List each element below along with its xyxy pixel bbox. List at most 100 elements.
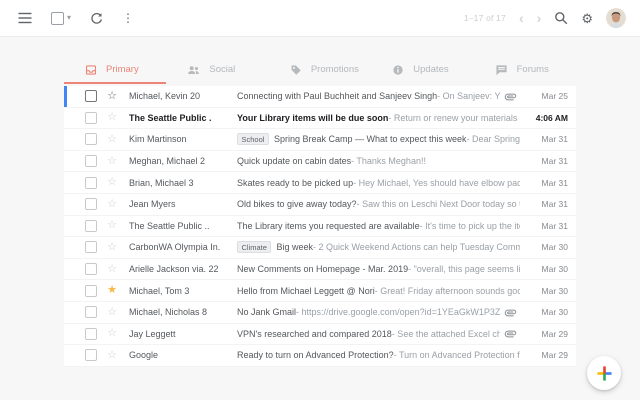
- inbox-icon: [85, 64, 97, 76]
- avatar[interactable]: [606, 8, 626, 28]
- tab-promotions[interactable]: Promotions: [269, 57, 371, 84]
- more-options-button[interactable]: ⋮: [122, 12, 134, 24]
- star-icon[interactable]: ★: [105, 285, 119, 296]
- snippet: - Hey Michael, Yes should have elbow pad…: [353, 178, 520, 188]
- subject: Your Library items will be due soon: [237, 113, 388, 123]
- date: 4:06 AM: [522, 113, 568, 123]
- star-icon[interactable]: ☆: [105, 156, 119, 167]
- tab-social[interactable]: Social: [166, 57, 268, 84]
- subject-line: New Comments on Homepage - Mar. 2019 - "…: [237, 264, 520, 274]
- subject-line: Connecting with Paul Buchheit and Sanjee…: [237, 91, 500, 101]
- row-checkbox[interactable]: [85, 306, 97, 318]
- date: Mar 30: [522, 242, 568, 252]
- star-icon[interactable]: ☆: [105, 350, 119, 361]
- star-icon[interactable]: ☆: [105, 264, 119, 275]
- row-checkbox[interactable]: [85, 112, 97, 124]
- email-row[interactable]: ☆ Michael, Kevin 20 Connecting with Paul…: [64, 86, 576, 108]
- email-row[interactable]: ☆ Jay Leggett VPN's researched and compa…: [64, 324, 576, 346]
- sender: Arielle Jackson via. 22: [129, 264, 237, 274]
- email-row[interactable]: ☆ Kim Martinson School Spring Break Camp…: [64, 129, 576, 151]
- snippet: - See the attached Excel chart. Jay Legg…: [392, 329, 500, 339]
- email-row[interactable]: ☆ Jean Myers Old bikes to give away toda…: [64, 194, 576, 216]
- row-checkbox[interactable]: [85, 220, 97, 232]
- row-checkbox[interactable]: [85, 285, 97, 297]
- more-vertical-icon: ⋮: [122, 12, 134, 24]
- star-icon[interactable]: ☆: [105, 328, 119, 339]
- subject-line: VPN's researched and compared 2018 - See…: [237, 329, 500, 339]
- date: Mar 31: [522, 134, 568, 144]
- search-button[interactable]: [554, 11, 568, 25]
- subject-line: Ready to turn on Advanced Protection? - …: [237, 350, 520, 360]
- subject: The Library items you requested are avai…: [237, 221, 420, 231]
- subject-line: Quick update on cabin dates - Thanks Meg…: [237, 156, 520, 166]
- attachment-icon: [504, 90, 517, 103]
- subject-line: School Spring Break Camp — What to expec…: [237, 133, 520, 145]
- row-checkbox[interactable]: [85, 133, 97, 145]
- subject-line: Your Library items will be due soon - Re…: [237, 113, 520, 123]
- search-icon: [554, 11, 568, 25]
- tag-icon: [290, 64, 302, 76]
- row-checkbox[interactable]: [85, 241, 97, 253]
- star-icon[interactable]: ☆: [105, 177, 119, 188]
- email-row[interactable]: ☆ The Seattle Public .. The Library item…: [64, 216, 576, 238]
- date: Mar 31: [522, 156, 568, 166]
- tab-label: Primary: [106, 64, 139, 75]
- date: Mar 29: [522, 350, 568, 360]
- email-row[interactable]: ☆ CarbonWA Olympia In. Climate Big week …: [64, 237, 576, 259]
- sender: Brian, Michael 3: [129, 178, 237, 188]
- category-chip[interactable]: Climate: [237, 241, 271, 253]
- newer-page-button[interactable]: ‹: [519, 11, 524, 25]
- star-icon[interactable]: ☆: [105, 112, 119, 123]
- info-icon: [392, 64, 404, 76]
- email-row[interactable]: ☆ Meghan, Michael 2 Quick update on cabi…: [64, 151, 576, 173]
- email-row[interactable]: ☆ Michael, Nicholas 8 No Jank Gmail - ht…: [64, 302, 576, 324]
- star-icon[interactable]: ☆: [105, 134, 119, 145]
- tab-updates[interactable]: Updates: [371, 57, 473, 84]
- chevron-right-icon: ›: [537, 11, 542, 25]
- date: Mar 25: [522, 91, 568, 101]
- category-tabs: Primary Social Promotions Updates Forums: [64, 57, 576, 84]
- row-checkbox[interactable]: [85, 155, 97, 167]
- row-checkbox[interactable]: [85, 349, 97, 361]
- row-checkbox[interactable]: [85, 328, 97, 340]
- snippet: - Return or renew your materials before …: [388, 113, 520, 123]
- hamburger-icon: [18, 12, 32, 24]
- attachment-icon: [504, 306, 517, 319]
- compose-button[interactable]: [587, 356, 621, 390]
- mail-app-window: ▾ ⋮ 1–17 of 17 ‹ › ⚙: [0, 0, 640, 400]
- row-checkbox[interactable]: [85, 263, 97, 275]
- select-all-checkbox[interactable]: ▾: [51, 12, 71, 25]
- subject: Big week: [276, 242, 313, 252]
- star-icon[interactable]: ☆: [105, 307, 119, 318]
- subject: Spring Break Camp — What to expect this …: [274, 134, 467, 144]
- sender: Google: [129, 350, 237, 360]
- row-checkbox[interactable]: [85, 177, 97, 189]
- star-icon[interactable]: ☆: [105, 199, 119, 210]
- menu-button[interactable]: [18, 12, 32, 24]
- toolbar: ▾ ⋮ 1–17 of 17 ‹ › ⚙: [0, 0, 640, 37]
- row-checkbox[interactable]: [85, 198, 97, 210]
- refresh-button[interactable]: [90, 12, 103, 25]
- sender: Jay Leggett: [129, 329, 237, 339]
- star-icon[interactable]: ☆: [105, 91, 119, 102]
- tab-forums[interactable]: Forums: [474, 57, 576, 84]
- subject: Old bikes to give away today?: [237, 199, 357, 209]
- email-row[interactable]: ☆ Brian, Michael 3 Skates ready to be pi…: [64, 172, 576, 194]
- caret-down-icon[interactable]: ▾: [67, 14, 71, 22]
- email-row[interactable]: ☆ Google Ready to turn on Advanced Prote…: [64, 345, 576, 367]
- star-icon[interactable]: ☆: [105, 242, 119, 253]
- older-page-button[interactable]: ›: [537, 11, 542, 25]
- star-icon[interactable]: ☆: [105, 220, 119, 231]
- date: Mar 30: [522, 286, 568, 296]
- settings-button[interactable]: ⚙: [581, 12, 593, 25]
- subject: VPN's researched and compared 2018: [237, 329, 392, 339]
- row-checkbox[interactable]: [85, 90, 97, 102]
- snippet: - Great! Friday afternoon sounds good fo…: [375, 286, 520, 296]
- sender: Jean Myers: [129, 199, 237, 209]
- date: Mar 29: [522, 329, 568, 339]
- email-row[interactable]: ☆ Arielle Jackson via. 22 New Comments o…: [64, 259, 576, 281]
- email-row[interactable]: ★ Michael, Tom 3 Hello from Michael Legg…: [64, 280, 576, 302]
- tab-primary[interactable]: Primary: [64, 57, 166, 84]
- email-row[interactable]: ☆ The Seattle Public . Your Library item…: [64, 108, 576, 130]
- category-chip[interactable]: School: [237, 133, 269, 145]
